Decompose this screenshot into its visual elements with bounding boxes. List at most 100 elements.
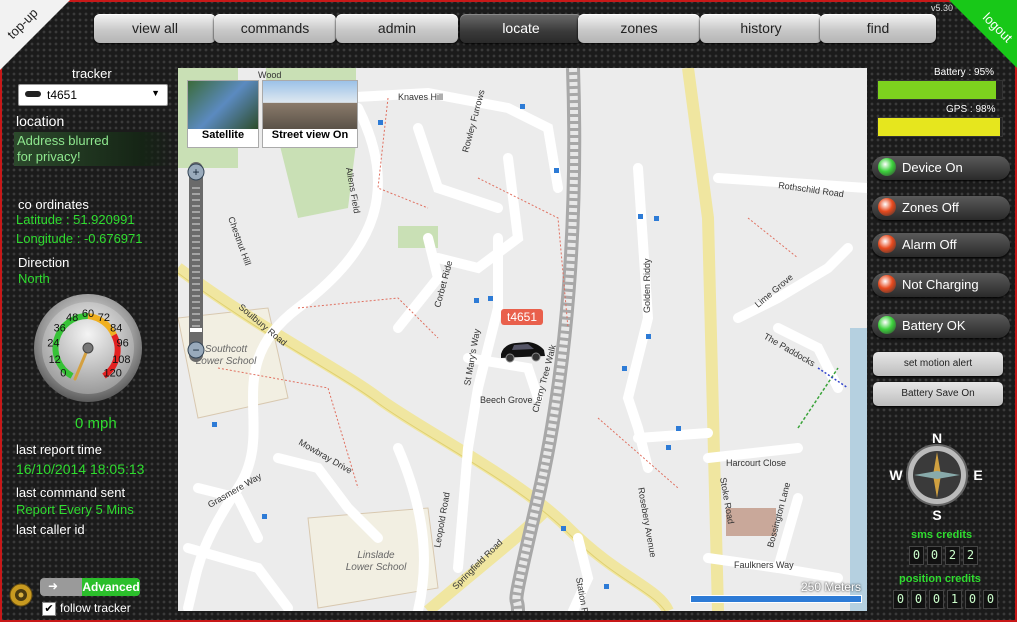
battery-bar-fill xyxy=(878,81,996,99)
nav-locate[interactable]: locate xyxy=(460,14,582,43)
gauge-tick-label: 0 xyxy=(60,368,66,380)
speedometer-gauge: 0 12 24 3648 60 7284 96 108 120 xyxy=(34,294,142,402)
status-led-icon xyxy=(878,198,896,216)
tracker-label: tracker xyxy=(72,66,112,81)
counter-digit: 2 xyxy=(963,546,978,565)
longitude-value: Longitude : -0.676971 xyxy=(16,231,143,246)
counter-digit: 0 xyxy=(911,590,926,609)
status-battery-ok[interactable]: Battery OK xyxy=(872,314,1010,338)
gps-bar xyxy=(877,117,1003,137)
coords-label: co ordinates xyxy=(18,197,89,212)
nav-commands[interactable]: commands xyxy=(214,14,336,43)
status-not-charging[interactable]: Not Charging xyxy=(872,273,1010,297)
address-line-2: for privacy! xyxy=(17,149,81,164)
version-label: v5.30 xyxy=(930,3,953,13)
counter-digit: 0 xyxy=(965,590,980,609)
gauge-tick-label: 48 xyxy=(66,312,78,324)
direction-value: North xyxy=(18,271,50,286)
satellite-label: Satellite xyxy=(201,129,245,141)
last-command-label: last command sent xyxy=(16,485,126,500)
gauge-tick-label: 84 xyxy=(110,322,122,334)
sms-credits-label: sms credits xyxy=(911,529,973,541)
gauge-tick-label: 96 xyxy=(116,338,128,350)
status-zones-off[interactable]: Zones Off xyxy=(872,196,1010,220)
satellite-toggle[interactable]: Satellite xyxy=(187,80,259,148)
last-report-label: last report time xyxy=(16,442,102,457)
status-led-icon xyxy=(878,235,896,253)
tracker-select-value: t4651 xyxy=(47,88,78,102)
gauge-tick-label: 12 xyxy=(49,354,61,366)
address-box: Address blurred for privacy! xyxy=(14,132,174,166)
gps-label: GPS : 98% xyxy=(946,104,996,115)
streetview-thumbnail xyxy=(263,81,357,129)
map-scale-label: 250 Meters xyxy=(800,580,861,594)
counter-digit: 0 xyxy=(893,590,908,609)
direction-label: Direction xyxy=(18,255,70,270)
map-road-label: Beech Grove xyxy=(480,395,533,405)
status-led-icon xyxy=(878,158,896,176)
map-road-label: Rosebery Avenue xyxy=(636,487,658,559)
car-icon xyxy=(25,91,41,97)
tracker-select[interactable]: t4651 ▼ xyxy=(18,84,168,106)
gauge-tick-label: 60 xyxy=(82,308,94,320)
counter-digit: 0 xyxy=(909,546,924,565)
location-label: location xyxy=(16,113,65,129)
nav-zones[interactable]: zones xyxy=(578,14,700,43)
gauge-tick-label: 72 xyxy=(98,312,110,324)
compass-e: E xyxy=(973,467,982,483)
svg-text:−: − xyxy=(192,343,199,357)
address-line-1: Address blurred xyxy=(17,133,109,148)
advanced-button-label: Advanced xyxy=(82,578,140,596)
compass-n: N xyxy=(932,430,942,446)
map-place-label: Linslade xyxy=(357,550,395,561)
battery-label: Battery : 95% xyxy=(934,67,995,78)
counter-digit: 2 xyxy=(945,546,960,565)
status-label: Zones Off xyxy=(902,200,959,215)
last-report-value: 16/10/2014 18:05:13 xyxy=(16,461,145,477)
speaker-icon[interactable] xyxy=(9,583,33,607)
map-road-label: Faulkners Way xyxy=(734,560,794,570)
map-road-label: Leopold Road xyxy=(432,491,452,548)
svg-text:+: + xyxy=(192,165,199,179)
status-label: Not Charging xyxy=(902,277,979,292)
gauge-tick-label: 36 xyxy=(54,322,66,334)
map-road-label: Golden Riddy xyxy=(642,258,652,313)
nav-history[interactable]: history xyxy=(700,14,822,43)
zoom-slider[interactable]: + − xyxy=(186,162,206,362)
map-place-label: Southcott xyxy=(205,344,248,355)
zoom-handle[interactable] xyxy=(190,328,202,332)
status-label: Battery OK xyxy=(902,318,966,333)
tracker-car-icon[interactable] xyxy=(498,334,548,364)
status-label: Alarm Off xyxy=(902,237,957,252)
map-road-label: Wood xyxy=(258,70,281,80)
nav-admin[interactable]: admin xyxy=(336,14,458,43)
set-motion-alert-button[interactable]: set motion alert xyxy=(873,352,1003,376)
gps-bar-fill xyxy=(878,118,1000,136)
speed-value: 0 mph xyxy=(75,415,117,432)
battery-bar xyxy=(877,80,1003,100)
map-view[interactable]: Knaves Hill Rowley Furrows Allens Field Che… xyxy=(178,68,867,611)
satellite-thumbnail xyxy=(188,81,258,129)
status-led-icon xyxy=(878,316,896,334)
sms-credits-counter: 0022 xyxy=(909,546,978,565)
position-credits-label: position credits xyxy=(899,573,981,585)
tracker-marker-label[interactable]: t4651 xyxy=(501,309,544,325)
counter-digit: 0 xyxy=(983,590,998,609)
compass-w: W xyxy=(889,467,903,483)
nav-view-all[interactable]: view all xyxy=(94,14,216,43)
streetview-toggle[interactable]: Street view On xyxy=(262,80,358,148)
streetview-label: Street view On xyxy=(271,129,349,141)
follow-tracker-checkbox[interactable]: ✔ xyxy=(42,602,56,616)
compass-s: S xyxy=(932,507,941,523)
compass-icon: N E S W xyxy=(889,430,982,523)
last-caller-label: last caller id xyxy=(16,522,85,537)
status-device-on[interactable]: Device On xyxy=(872,156,1010,180)
map-place-label: Lower School xyxy=(346,562,407,573)
map-road-label: Harcourt Close xyxy=(726,458,786,468)
battery-save-button[interactable]: Battery Save On xyxy=(873,382,1003,406)
gauge-tick-label: 108 xyxy=(112,354,130,366)
advanced-toggle[interactable]: ➜ Advanced xyxy=(40,578,140,596)
status-alarm-off[interactable]: Alarm Off xyxy=(872,233,1010,257)
nav-find[interactable]: find xyxy=(820,14,936,43)
latitude-value: Latitude : 51.920991 xyxy=(16,212,135,227)
